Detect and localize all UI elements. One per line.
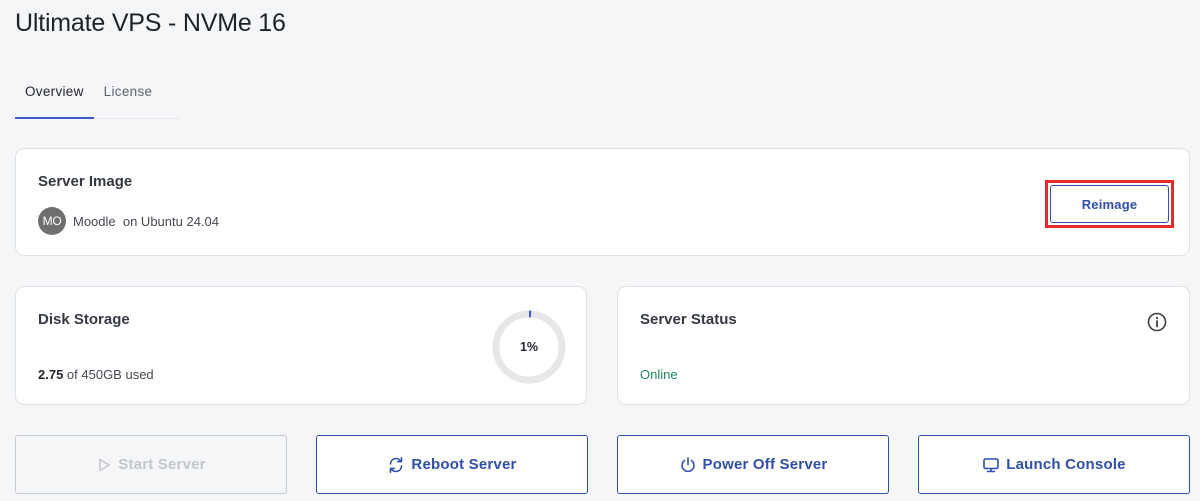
power-icon	[680, 456, 695, 472]
disk-usage-percent: 1%	[519, 340, 539, 354]
start-server-button[interactable]: Start Server	[15, 435, 287, 494]
server-image-name: Moodle on Ubuntu 24.04	[73, 213, 219, 229]
start-server-label: Start Server	[118, 456, 206, 473]
launch-console-label: Launch Console	[1006, 456, 1126, 473]
reboot-server-label: Reboot Server	[411, 456, 517, 473]
server-status-card: Server Status Online	[617, 286, 1190, 405]
tab-overview[interactable]: Overview	[15, 72, 94, 119]
launch-console-button[interactable]: Launch Console	[918, 435, 1190, 494]
server-status-title: Server Status	[640, 311, 737, 328]
tab-bar: Overview License	[15, 72, 180, 119]
reimage-highlight: Reimage	[1045, 180, 1174, 228]
disk-storage-title: Disk Storage	[38, 311, 130, 328]
disk-used-suffix: of 450GB used	[63, 367, 154, 382]
server-image-row: MO Moodle on Ubuntu 24.04	[38, 207, 219, 235]
tab-license[interactable]: License	[94, 72, 163, 119]
server-status-value: Online	[640, 367, 678, 382]
play-icon	[99, 458, 111, 471]
power-off-server-label: Power Off Server	[702, 456, 828, 473]
monitor-icon	[983, 457, 1000, 472]
disk-used-amount: 2.75	[38, 367, 64, 382]
disk-storage-card: Disk Storage 2.75 of 450GB used 1%	[15, 286, 587, 405]
power-off-server-button[interactable]: Power Off Server	[617, 435, 889, 494]
disk-usage-gauge: 1%	[490, 308, 568, 386]
page-title: Ultimate VPS - NVMe 16	[15, 9, 286, 37]
server-image-title: Server Image	[38, 173, 133, 190]
server-image-card: Server Image MO Moodle on Ubuntu 24.04 R…	[15, 148, 1190, 256]
disk-usage-text: 2.75 of 450GB used	[38, 367, 154, 382]
info-circle-icon[interactable]	[1146, 311, 1168, 333]
reboot-server-button[interactable]: Reboot Server	[316, 435, 588, 494]
image-avatar: MO	[38, 207, 66, 235]
refresh-icon	[390, 456, 403, 473]
reimage-button[interactable]: Reimage	[1050, 185, 1169, 223]
